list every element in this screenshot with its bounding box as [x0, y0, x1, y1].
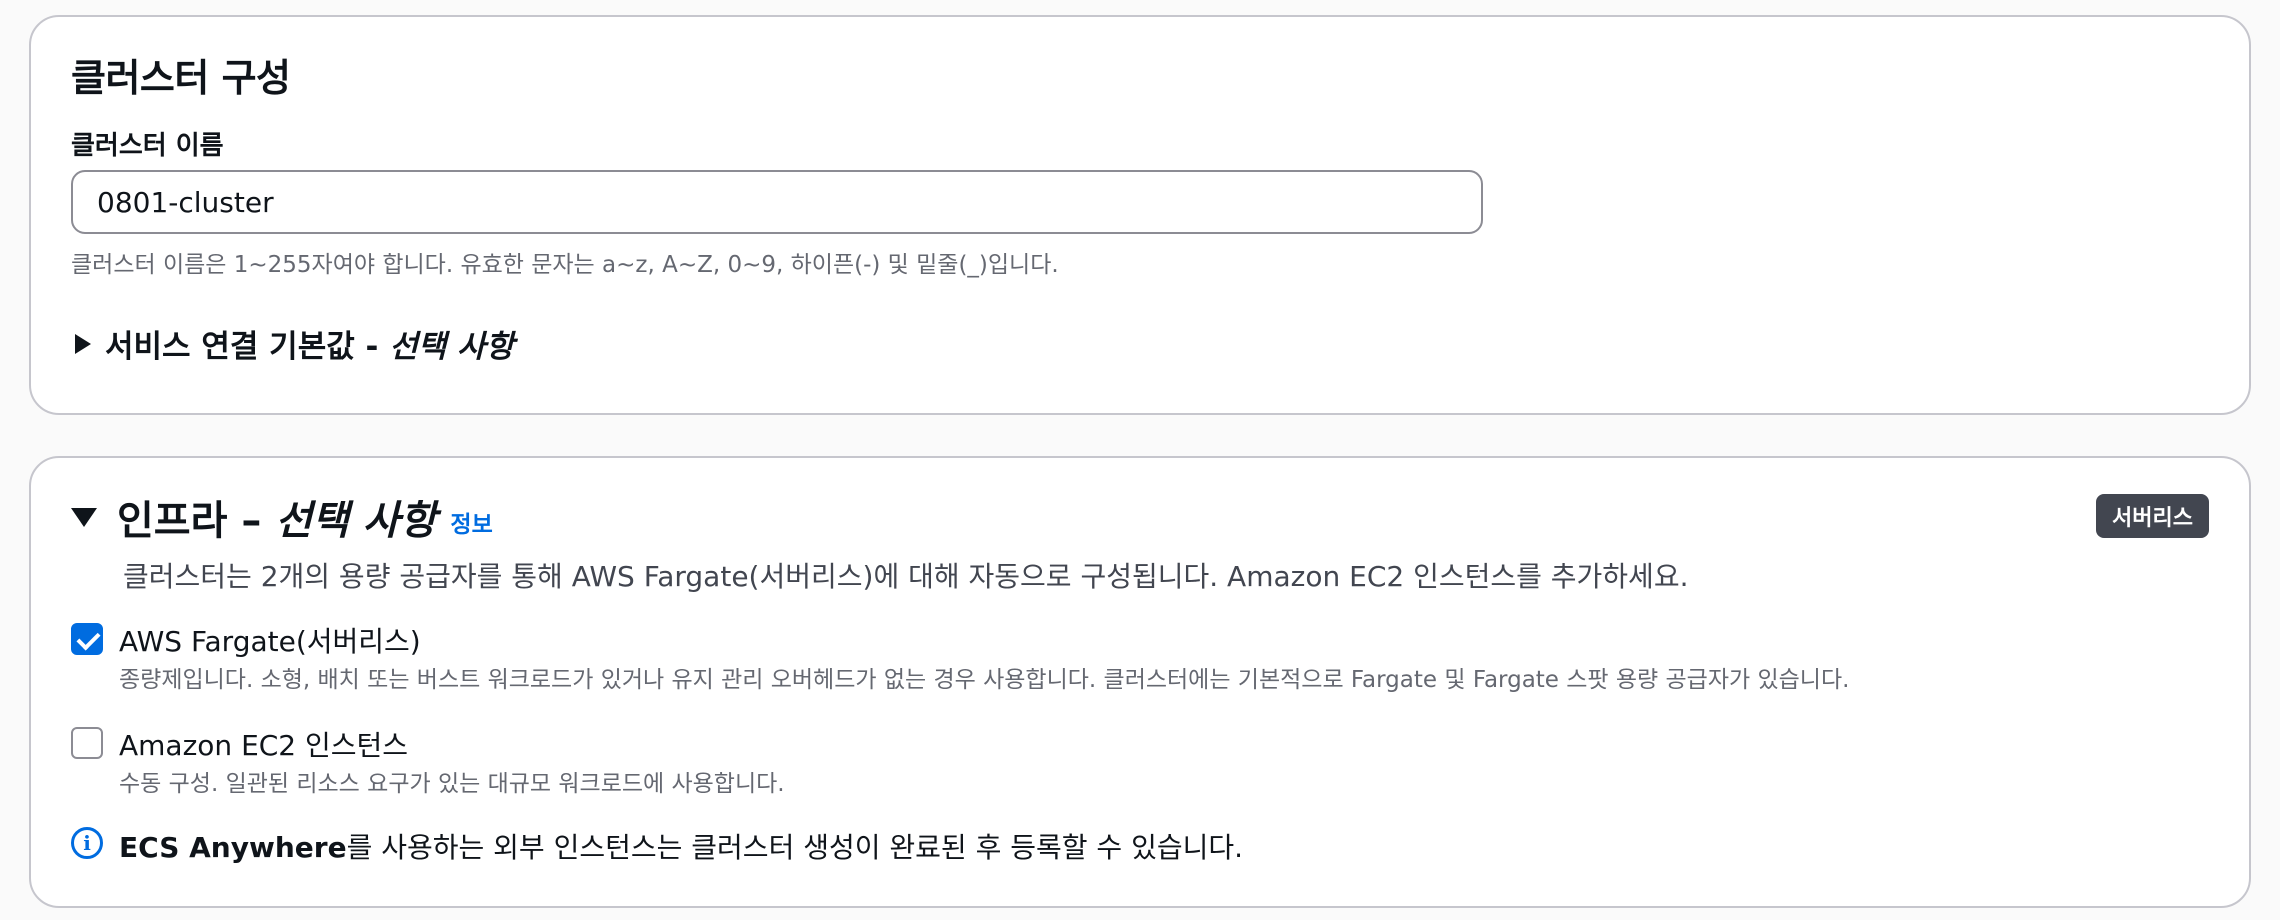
- fargate-checkbox[interactable]: [71, 623, 103, 655]
- cluster-name-input[interactable]: 0801-cluster: [71, 170, 1483, 234]
- caret-down-icon[interactable]: [71, 507, 97, 527]
- service-connect-label: 서비스 연결 기본값 -: [105, 329, 390, 365]
- infrastructure-panel: 인프라 – 선택 사항 정보 서버리스 클러스터는 2개의 용량 공급자를 통해…: [29, 456, 2251, 908]
- ec2-option-description: 수동 구성. 일관된 리소스 요구가 있는 대규모 워크로드에 사용합니다.: [119, 771, 785, 797]
- ecs-anywhere-alert: ECS Anywhere를 사용하는 외부 인스턴스는 클러스터 생성이 완료된…: [119, 826, 1243, 866]
- infrastructure-optional: 선택 사항: [275, 498, 437, 544]
- info-icon: i: [71, 827, 103, 859]
- info-link[interactable]: 정보: [450, 505, 492, 539]
- ec2-option-title: Amazon EC2 인스턴스: [119, 729, 409, 762]
- infrastructure-title-text: 인프라 –: [117, 498, 276, 544]
- ecs-anywhere-text: 를 사용하는 외부 인스턴스는 클러스터 생성이 완료된 후 등록할 수 있습니…: [346, 831, 1244, 864]
- infrastructure-description: 클러스터는 2개의 용량 공급자를 통해 AWS Fargate(서버리스)에 …: [123, 560, 1689, 593]
- infrastructure-title: 인프라 – 선택 사항: [117, 488, 436, 546]
- infrastructure-header: 인프라 – 선택 사항 정보: [71, 488, 493, 546]
- service-connect-expander[interactable]: 서비스 연결 기본값 - 선택 사항: [75, 321, 514, 366]
- fargate-option-description: 종량제입니다. 소형, 배치 또는 버스트 워크로드가 있거나 유지 관리 오버…: [119, 667, 1850, 693]
- ecs-anywhere-bold: ECS Anywhere: [119, 831, 347, 864]
- fargate-option-title: AWS Fargate(서버리스): [119, 625, 421, 658]
- cluster-config-title: 클러스터 구성: [71, 56, 291, 100]
- cluster-name-hint: 클러스터 이름은 1~255자여야 합니다. 유효한 문자는 a~z, A~Z,…: [71, 252, 1059, 278]
- cluster-config-panel: 클러스터 구성 클러스터 이름 0801-cluster 클러스터 이름은 1~…: [29, 15, 2251, 415]
- service-connect-optional: 선택 사항: [389, 329, 515, 365]
- serverless-badge: 서버리스: [2096, 494, 2209, 538]
- cluster-name-label: 클러스터 이름: [71, 131, 224, 161]
- ec2-checkbox[interactable]: [71, 727, 103, 759]
- caret-right-icon: [75, 333, 91, 354]
